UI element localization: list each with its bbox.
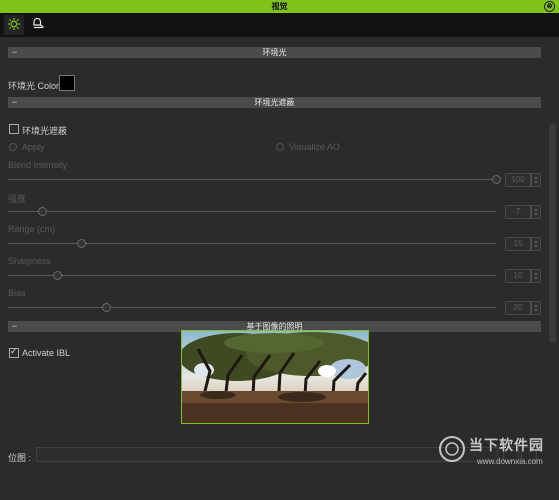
collapse-icon[interactable]: − [12, 47, 17, 58]
ao-param-slider-track[interactable] [8, 179, 496, 180]
ibl-position-button-b[interactable] [521, 447, 537, 462]
ao-param-label: Blend Intensity [8, 160, 68, 170]
ao-param-label: Bias [8, 288, 26, 298]
ao-param-slider-track[interactable] [8, 275, 496, 276]
panel-scrollbar[interactable] [545, 37, 559, 500]
ao-enable-label: 环境光遮蔽 [22, 126, 68, 136]
collapse-icon[interactable]: − [12, 321, 17, 332]
sun-icon [7, 17, 21, 33]
ibl-position-input[interactable] [36, 447, 498, 462]
tab-lamp[interactable] [28, 15, 48, 35]
ao-param-value-field[interactable]: 7 [505, 205, 531, 219]
ibl-position-label: 位图 : [8, 453, 32, 463]
ao-param-slider-thumb[interactable] [77, 239, 87, 248]
ao-param-slider-track[interactable] [8, 307, 496, 308]
ao-param-label: 强度 [8, 194, 27, 204]
section-ambient-title: 环境光 [262, 48, 287, 57]
ao-param-label: Range (cm) [8, 224, 56, 234]
close-icon[interactable]: ⊗ [544, 1, 555, 12]
ao-visualize-radio[interactable] [276, 143, 284, 151]
scrollbar-thumb[interactable] [549, 123, 556, 343]
ao-apply-label: Apply [22, 142, 45, 152]
ambient-color-swatch[interactable] [59, 75, 75, 91]
ao-param-spinner-buttons[interactable] [531, 237, 541, 251]
ao-param-slider-thumb[interactable] [52, 271, 62, 280]
window-titlebar: 视觉 ⊗ [0, 0, 559, 13]
lamp-icon [31, 17, 45, 33]
tab-sun[interactable] [4, 15, 24, 35]
ao-param-slider-track[interactable] [8, 211, 496, 212]
ao-param-spinner-buttons[interactable] [531, 173, 541, 187]
ao-param-spinner-buttons[interactable] [531, 205, 541, 219]
ibl-preview-image[interactable] [181, 330, 369, 424]
ao-param-label: Sharpness [8, 256, 52, 266]
ao-param-slider-thumb[interactable] [492, 175, 501, 184]
ao-param-value-field[interactable]: 10 [505, 269, 531, 283]
collapse-icon[interactable]: − [12, 97, 17, 108]
ao-param-spinner-buttons[interactable] [531, 301, 541, 315]
ao-enable-checkbox[interactable] [9, 124, 19, 134]
ibl-activate-label: Activate IBL [22, 348, 71, 358]
section-ao-title: 环境光遮蔽 [254, 98, 295, 107]
window-title: 视觉 [271, 2, 288, 11]
ao-param-slider-thumb[interactable] [38, 207, 48, 216]
section-ao-header[interactable]: − 环境光遮蔽 [8, 97, 541, 108]
ao-param-value-field[interactable]: 20 [505, 301, 531, 315]
ambient-color-label: 环境光 Color : [8, 81, 65, 91]
ao-visualize-label: Visualize AO [289, 142, 340, 152]
ibl-position-button-a[interactable] [503, 447, 519, 462]
ao-apply-radio[interactable] [9, 143, 17, 151]
visual-settings-panel: − 环境光 环境光 Color : − 环境光遮蔽 环境光遮蔽 Apply Vi… [0, 37, 559, 500]
ao-param-value-field[interactable]: 15 [505, 237, 531, 251]
ibl-activate-checkbox[interactable] [9, 346, 19, 358]
toolbar [0, 13, 559, 37]
ao-param-value-field[interactable]: 100 [505, 173, 531, 187]
ao-param-spinner-buttons[interactable] [531, 269, 541, 283]
section-ambient-header[interactable]: − 环境光 [8, 47, 541, 58]
ao-param-slider-thumb[interactable] [101, 303, 111, 312]
